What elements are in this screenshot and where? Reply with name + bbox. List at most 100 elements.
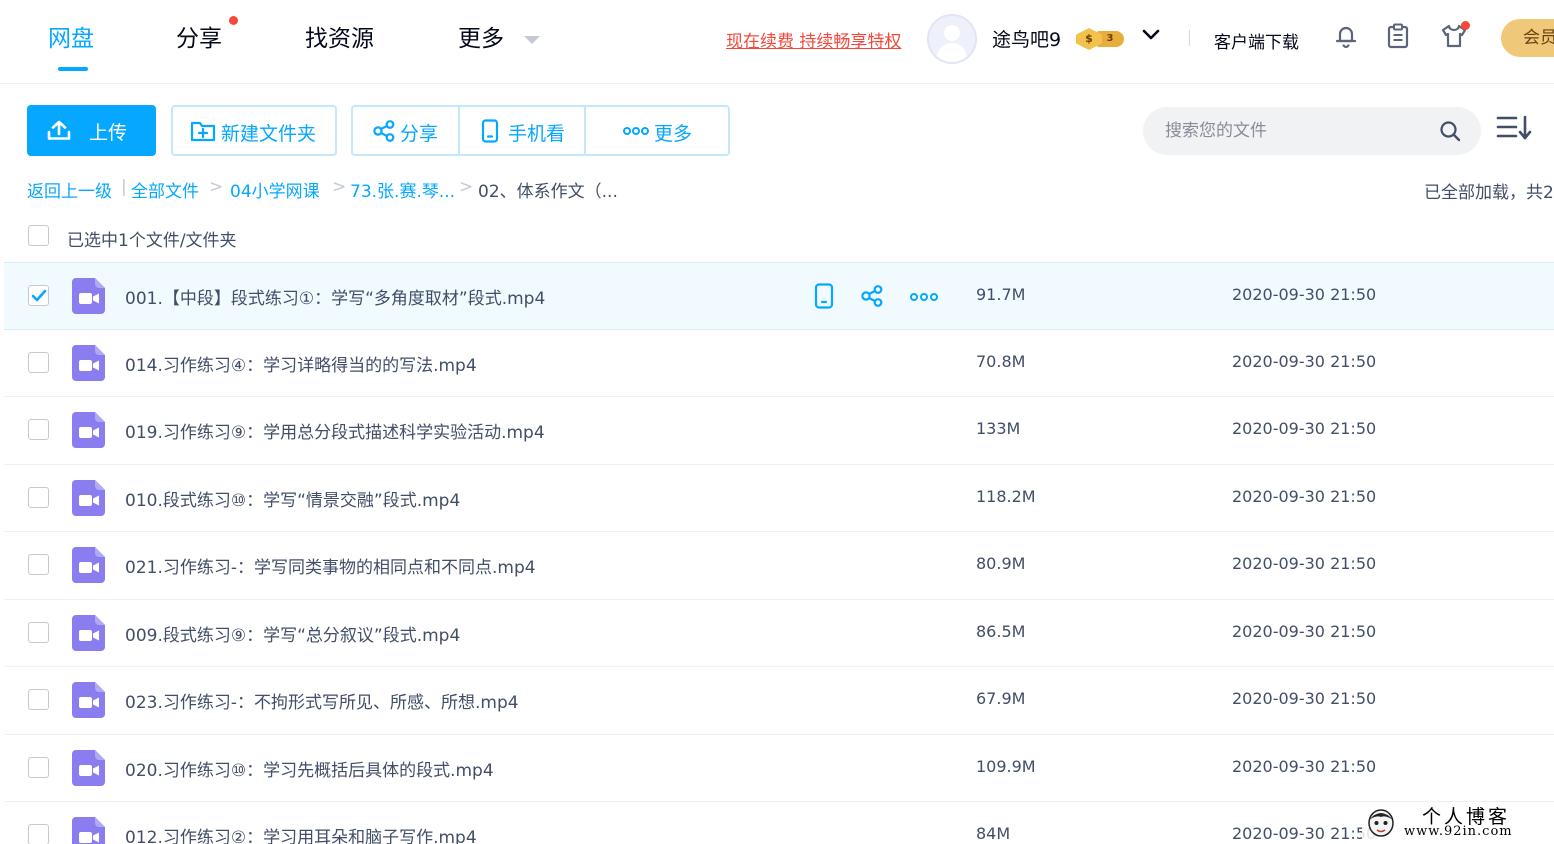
video-file-icon xyxy=(72,344,105,381)
tab-more[interactable]: 更多 xyxy=(458,22,540,56)
chevron-down-icon[interactable] xyxy=(1142,28,1160,42)
new-folder-button[interactable]: 新建文件夹 xyxy=(171,105,337,156)
client-download-link[interactable]: 客户端下载 xyxy=(1214,28,1299,53)
file-row[interactable]: 021.习作练习-：学写同类事物的相同点和不同点.mp4 80.9M 2020-09… xyxy=(4,532,1554,600)
file-name[interactable]: 019.习作练习⑨：学用总分段式描述科学实验活动.mp4 xyxy=(125,418,545,443)
file-name[interactable]: 021.习作练习-：学写同类事物的相同点和不同点.mp4 xyxy=(125,553,536,578)
upload-icon xyxy=(47,120,71,140)
file-row[interactable]: 010.段式练习⑩：学写“情景交融”段式.mp4 118.2M 2020-09-30… xyxy=(4,465,1554,532)
caret-down-icon xyxy=(524,36,540,44)
breadcrumb-separator: > xyxy=(209,177,224,197)
row-actions xyxy=(810,283,940,311)
row-checkbox[interactable] xyxy=(28,419,49,440)
share-icon[interactable] xyxy=(860,285,884,307)
file-row[interactable]: 009.段式练习⑨：学写“总分叙议”段式.mp4 86.5M 2020-09-30 … xyxy=(4,600,1554,667)
video-file-icon xyxy=(72,817,105,844)
mobile-view-label: 手机看 xyxy=(508,123,566,145)
file-name[interactable]: 023.习作练习-：不拘形式写所见、所感、所想.mp4 xyxy=(125,688,519,713)
file-row[interactable]: 020.习作练习⑩：学习先概括后具体的段式.mp4 109.9M 2020-09-3… xyxy=(4,735,1554,802)
phone-icon[interactable] xyxy=(814,283,834,309)
tab-share[interactable]: 分享 xyxy=(176,16,238,56)
file-date: 2020-09-30 21:50 xyxy=(1232,419,1377,438)
breadcrumb-divider: | xyxy=(121,177,127,197)
active-tab-indicator xyxy=(58,67,88,71)
file-name[interactable]: 020.习作练习⑩：学习先概括后具体的段式.mp4 xyxy=(125,756,494,781)
breadcrumb-current: 02、体系作文（... xyxy=(478,182,618,202)
file-size: 86.5M xyxy=(976,621,1026,641)
row-checkbox[interactable] xyxy=(28,285,49,306)
bell-icon[interactable] xyxy=(1332,22,1360,50)
search-box xyxy=(1143,107,1481,155)
share-button[interactable]: 分享 xyxy=(353,107,458,154)
clipboard-icon[interactable] xyxy=(1384,22,1412,50)
new-folder-label: 新建文件夹 xyxy=(221,123,317,145)
file-size: 67.9M xyxy=(976,689,1026,708)
mobile-view-button[interactable]: 手机看 xyxy=(460,107,584,154)
sort-icon[interactable] xyxy=(1496,114,1534,142)
video-file-icon xyxy=(72,412,105,448)
more-dots-icon[interactable] xyxy=(910,293,938,301)
search-icon[interactable] xyxy=(1439,120,1461,142)
file-date: 2020-09-30 21:50 xyxy=(1232,756,1377,776)
breadcrumb-back[interactable]: 返回上一级 xyxy=(27,177,112,202)
breadcrumb-item[interactable]: 全部文件 xyxy=(131,177,199,202)
watermark: 个人博客 www.92in.com xyxy=(1362,802,1554,844)
avatar[interactable] xyxy=(927,14,977,64)
file-row[interactable]: 014.习作练习④：学习详略得当的的写法.mp4 70.8M 2020-09-30 … xyxy=(4,330,1554,397)
file-name[interactable]: 010.段式练习⑩：学写“情景交融”段式.mp4 xyxy=(125,486,460,511)
row-checkbox[interactable] xyxy=(28,824,49,844)
tab-netdisk[interactable]: 网盘 xyxy=(48,22,94,71)
row-checkbox[interactable] xyxy=(28,351,49,373)
username[interactable]: 途鸟吧9 xyxy=(992,25,1061,52)
file-date: 2020-09-30 21:50 xyxy=(1232,689,1377,708)
watermark-url: www.92in.com xyxy=(1404,824,1513,839)
breadcrumb-separator: > xyxy=(332,177,347,197)
file-row[interactable]: 012.习作练习②：学习用耳朵和脑子写作.mp4 84M 2020-09-30 21… xyxy=(4,802,1554,844)
more-dots-icon xyxy=(623,127,649,135)
tab-netdisk-label: 网盘 xyxy=(48,26,94,52)
loaded-info: 已全部加载，共26个 xyxy=(1424,183,1554,203)
file-row[interactable]: 001.【中段】段式练习①：学写“多角度取材”段式.mp4 91.7M 2020-0… xyxy=(4,262,1554,330)
file-name[interactable]: 014.习作练习④：学习详略得当的的写法.mp4 xyxy=(125,351,477,376)
upload-label: 上传 xyxy=(89,122,128,144)
upload-button[interactable]: 上传 xyxy=(27,105,156,156)
video-file-icon xyxy=(72,547,105,583)
file-row[interactable]: 023.习作练习-：不拘形式写所见、所感、所想.mp4 67.9M 2020-09-… xyxy=(4,667,1554,735)
renew-promo-link[interactable]: 现在续费 持续畅享特权 xyxy=(726,27,901,52)
selection-status: 已选中1个文件/文件夹 xyxy=(67,231,237,251)
avatar-body xyxy=(937,43,967,62)
file-date: 2020-09-30 21:50 xyxy=(1232,824,1377,843)
file-size: 84M xyxy=(976,824,1011,843)
row-checkbox[interactable] xyxy=(28,756,49,778)
action-button-group: 分享 手机看 更多 xyxy=(351,105,730,156)
file-row[interactable]: 019.习作练习⑨：学用总分段式描述科学实验活动.mp4 133M 2020-09-… xyxy=(4,397,1554,465)
video-file-icon xyxy=(72,749,105,786)
file-name[interactable]: 012.习作练习②：学习用耳朵和脑子写作.mp4 xyxy=(125,823,477,844)
row-checkbox[interactable] xyxy=(28,486,49,508)
search-input[interactable] xyxy=(1165,117,1425,145)
file-date: 2020-09-30 21:50 xyxy=(1232,285,1377,304)
file-size: 118.2M xyxy=(976,486,1036,506)
breadcrumb-item[interactable]: 04小学网课 xyxy=(230,177,320,202)
file-size: 91.7M xyxy=(976,285,1026,304)
row-checkbox[interactable] xyxy=(28,689,49,710)
tab-find-resources[interactable]: 找资源 xyxy=(305,22,374,56)
file-name[interactable]: 009.段式练习⑨：学写“总分叙议”段式.mp4 xyxy=(125,621,460,646)
video-file-icon xyxy=(72,682,105,718)
video-file-icon xyxy=(72,614,105,651)
more-button[interactable]: 更多 xyxy=(586,107,728,154)
row-checkbox[interactable] xyxy=(28,621,49,643)
row-checkbox[interactable] xyxy=(28,554,49,575)
select-all-checkbox[interactable] xyxy=(28,225,49,246)
tab-find-resources-label: 找资源 xyxy=(305,26,374,52)
notification-dot xyxy=(1461,21,1470,30)
file-name[interactable]: 001.【中段】段式练习①：学写“多角度取材”段式.mp4 xyxy=(125,284,545,309)
divider xyxy=(1189,30,1190,46)
breadcrumb-item[interactable]: 73.张.赛.琴... xyxy=(350,177,455,202)
mascot-icon xyxy=(1368,809,1394,837)
check-icon xyxy=(31,289,47,302)
member-button[interactable]: 会员 xyxy=(1501,19,1554,57)
phone-icon xyxy=(481,119,499,143)
share-label: 分享 xyxy=(400,123,439,145)
level-badge: 3 $ xyxy=(1076,28,1126,50)
